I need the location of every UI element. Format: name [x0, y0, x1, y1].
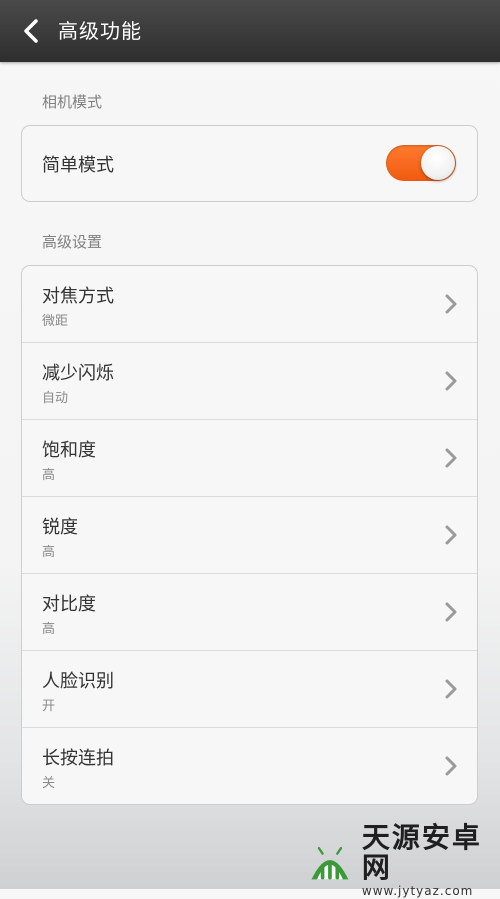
list-item-burst-shot[interactable]: 长按连拍 关 — [22, 728, 477, 804]
chevron-right-icon — [445, 679, 457, 699]
advanced-settings-card: 对焦方式 微距 减少闪烁 自动 饱和度 高 锐度 高 对比度 高 人脸识别 开 … — [21, 265, 478, 805]
list-item-sharpness[interactable]: 锐度 高 — [22, 497, 477, 574]
item-title: 对比度 — [42, 594, 96, 615]
watermark-name: 天源安卓网 — [361, 821, 482, 884]
section-header-advanced: 高级设置 — [42, 233, 103, 251]
item-title: 饱和度 — [42, 440, 96, 461]
toggle-knob — [421, 146, 455, 180]
back-button[interactable] — [16, 15, 46, 47]
item-title: 锐度 — [42, 517, 78, 538]
list-item-saturation[interactable]: 饱和度 高 — [22, 420, 477, 497]
watermark: 天源安卓网 www.jytyaz.com — [306, 823, 500, 898]
list-item-reduce-flicker[interactable]: 减少闪烁 自动 — [22, 343, 477, 420]
chevron-right-icon — [445, 525, 457, 545]
item-title: 对焦方式 — [42, 286, 114, 307]
item-value: 高 — [42, 622, 56, 637]
android-logo-icon — [311, 846, 349, 880]
item-value: 自动 — [42, 391, 69, 406]
item-title: 长按连拍 — [42, 748, 114, 769]
section-header-camera-mode: 相机模式 — [42, 93, 103, 111]
item-title: 人脸识别 — [42, 671, 114, 692]
page-title: 高级功能 — [58, 19, 142, 43]
list-item-contrast[interactable]: 对比度 高 — [22, 574, 477, 651]
title-bar: 高级功能 — [0, 0, 500, 62]
item-value: 高 — [42, 545, 56, 560]
item-value: 开 — [42, 699, 56, 714]
chevron-right-icon — [445, 756, 457, 776]
item-value: 关 — [42, 776, 56, 791]
item-value: 高 — [42, 468, 56, 483]
camera-mode-card: 简单模式 — [21, 125, 478, 202]
chevron-right-icon — [445, 294, 457, 314]
chevron-right-icon — [445, 448, 457, 468]
list-item-focus-mode[interactable]: 对焦方式 微距 — [22, 266, 477, 343]
item-value: 微距 — [42, 314, 69, 329]
simple-mode-toggle[interactable] — [386, 145, 456, 181]
simple-mode-label: 简单模式 — [42, 155, 114, 176]
watermark-url: www.jytyaz.com — [361, 884, 474, 898]
chevron-left-icon — [24, 19, 38, 43]
list-item-face-detection[interactable]: 人脸识别 开 — [22, 651, 477, 728]
chevron-right-icon — [445, 371, 457, 391]
item-title: 减少闪烁 — [42, 363, 114, 384]
chevron-right-icon — [445, 602, 457, 622]
simple-mode-row[interactable]: 简单模式 — [22, 126, 477, 201]
